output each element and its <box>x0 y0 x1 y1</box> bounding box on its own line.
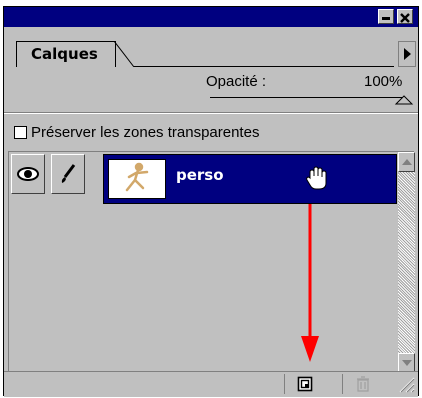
opacity-label: Opacité : <box>206 73 267 90</box>
close-button[interactable] <box>397 9 413 24</box>
opacity-value[interactable]: 100% <box>364 73 402 90</box>
preserve-transparency-option[interactable]: Préserver les zones transparentes <box>14 124 259 141</box>
layer-visibility-toggle[interactable] <box>11 154 45 194</box>
palette-bottom-bar <box>4 371 418 397</box>
scroll-track[interactable] <box>398 172 415 353</box>
tab-calques[interactable]: Calques <box>16 41 116 67</box>
minimize-button[interactable] <box>378 9 394 24</box>
tab-row: Calques <box>4 27 418 67</box>
delete-layer-button[interactable] <box>342 374 382 394</box>
palette-titlebar[interactable] <box>4 7 418 27</box>
layer-edit-toggle[interactable] <box>51 154 85 194</box>
close-icon <box>400 13 410 23</box>
brush-icon <box>61 164 76 183</box>
layers-list: perso <box>8 151 415 373</box>
opacity-slider-handle[interactable] <box>394 95 414 105</box>
figure-thumbnail-icon <box>125 162 149 192</box>
layers-scrollbar[interactable] <box>398 152 415 373</box>
hand-cursor-icon <box>306 166 327 190</box>
scroll-up-button[interactable] <box>398 152 415 172</box>
tab-baseline <box>134 66 394 67</box>
eye-icon <box>17 167 39 181</box>
layer-thumbnail <box>108 159 166 199</box>
resize-grip-icon[interactable] <box>396 376 416 394</box>
preserve-transparency-label: Préserver les zones transparentes <box>31 124 260 141</box>
scroll-up-icon <box>401 159 412 165</box>
layers-palette: Calques Opacité : 100% Préserver les zon… <box>3 6 419 397</box>
preserve-transparency-checkbox[interactable] <box>14 126 27 139</box>
red-arrow-annotation <box>301 204 319 362</box>
new-layer-icon <box>297 376 312 392</box>
opacity-slider-track[interactable] <box>210 97 404 98</box>
new-layer-button[interactable] <box>284 374 324 394</box>
layer-name[interactable]: perso <box>176 166 224 184</box>
scroll-down-button[interactable] <box>398 353 415 373</box>
trash-icon <box>356 376 369 392</box>
tab-edge <box>114 41 135 67</box>
layer-row-perso[interactable]: perso <box>103 154 397 204</box>
panel-menu-arrow-icon <box>404 48 411 60</box>
minimize-icon <box>382 17 390 20</box>
divider <box>4 113 418 114</box>
palette-menu-button[interactable] <box>398 41 416 67</box>
scroll-down-icon <box>401 360 412 366</box>
